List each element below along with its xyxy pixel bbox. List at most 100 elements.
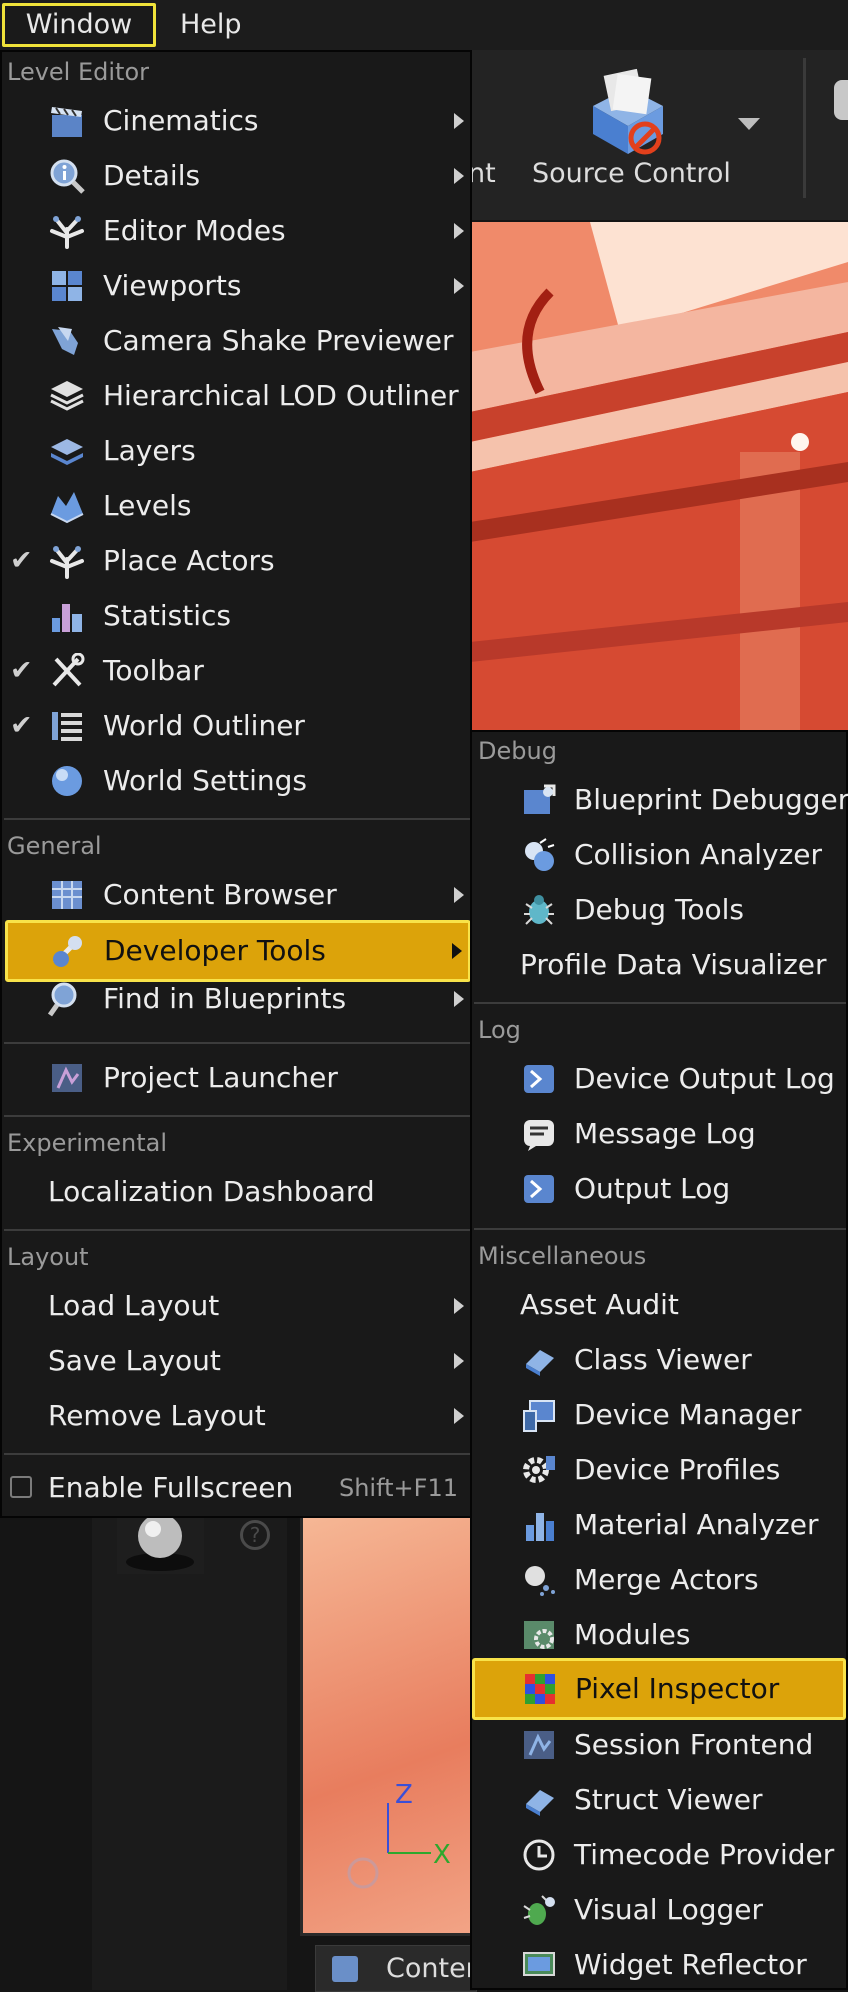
visual-logger-icon [523, 1895, 555, 1925]
checkmark-icon: ✔ [10, 655, 33, 686]
menu-divider [4, 1042, 470, 1044]
source-control-icon[interactable] [583, 66, 673, 156]
menu-item-label: Modules [574, 1618, 691, 1651]
menu-item-debug-tools[interactable]: Debug Tools [474, 885, 846, 935]
menu-item-message-log[interactable]: Message Log [474, 1109, 846, 1159]
menu-item-session-frontend[interactable]: Session Frontend [474, 1720, 846, 1770]
fullscreen-checkbox[interactable] [10, 1476, 32, 1498]
magnifier-icon [48, 982, 77, 1017]
menu-item-asset-audit[interactable]: Asset Audit [474, 1280, 846, 1330]
menu-item-label: Output Log [574, 1172, 731, 1205]
menu-item-label: Load Layout [48, 1289, 220, 1322]
menu-item-device-manager[interactable]: Device Manager [474, 1390, 846, 1440]
submenu-arrow-icon [454, 887, 464, 903]
window-menu[interactable]: Window [2, 3, 156, 47]
menu-item-modules[interactable]: Modules [474, 1610, 846, 1660]
menu-item-timecode-provider[interactable]: Timecode Provider [474, 1830, 846, 1880]
menu-item-developer-tools[interactable]: Developer Tools [5, 920, 471, 982]
menu-item-output-log[interactable]: Output Log [474, 1164, 846, 1214]
section-header-debug: Debug [478, 737, 557, 765]
toolbar-next-icon[interactable] [834, 80, 848, 120]
menu-item-merge-actors[interactable]: Merge Actors [474, 1555, 846, 1605]
menu-item-label: Place Actors [103, 544, 275, 577]
level-viewport[interactable] [470, 222, 848, 732]
menu-item-find-in-blueprints[interactable]: Find in Blueprints [4, 974, 470, 1024]
menu-item-pixel-inspector[interactable]: Pixel Inspector [472, 1658, 846, 1720]
z-axis-label: Z [395, 1780, 413, 1810]
menu-item-hlod-outliner[interactable]: Hierarchical LOD Outliner [4, 371, 470, 421]
menu-item-place-actors[interactable]: ✔ Place Actors [4, 536, 470, 586]
section-header-layout: Layout [7, 1243, 89, 1271]
menu-item-world-settings[interactable]: World Settings [4, 756, 470, 806]
menu-bar: Window Help [0, 0, 848, 51]
menu-item-profile-data-visualizer[interactable]: Profile Data Visualizer [474, 940, 846, 990]
help-menu[interactable]: Help [162, 3, 260, 47]
menu-item-label: Session Frontend [574, 1728, 814, 1761]
menu-item-content-browser[interactable]: Content Browser [4, 870, 470, 920]
menu-item-editor-modes[interactable]: Editor Modes [4, 206, 470, 256]
menu-item-enable-fullscreen[interactable]: Enable Fullscreen Shift+F11 [4, 1463, 470, 1513]
menu-item-widget-reflector[interactable]: Widget Reflector [474, 1940, 846, 1990]
source-control-button[interactable]: Source Control [532, 158, 731, 189]
menu-item-struct-viewer[interactable]: Struct Viewer [474, 1775, 846, 1825]
secondary-viewport[interactable]: Z X [300, 1510, 478, 1936]
menu-item-blueprint-debugger[interactable]: Blueprint Debugger [474, 775, 848, 825]
menu-item-label: Localization Dashboard [48, 1175, 375, 1208]
submenu-arrow-icon [452, 943, 462, 959]
content-browser-tab[interactable]: Conter [315, 1945, 477, 1992]
place-actors-icon [50, 546, 84, 579]
bug-icon [524, 895, 554, 925]
menu-item-label: Details [103, 159, 201, 192]
toolbar-button-label-fragment[interactable]: nt [468, 158, 496, 189]
chevron-down-icon[interactable] [738, 118, 760, 130]
menu-item-label: Content Browser [103, 878, 337, 911]
menu-item-world-outliner[interactable]: ✔ World Outliner [4, 701, 470, 751]
menu-item-device-output-log[interactable]: Device Output Log [474, 1054, 846, 1104]
menu-item-label: World Settings [103, 764, 307, 797]
menu-item-layers[interactable]: Layers [4, 426, 470, 476]
section-header-level-editor: Level Editor [7, 58, 150, 86]
menu-divider [4, 818, 470, 820]
camera-shake-icon [52, 327, 78, 355]
viewport-scene [470, 222, 848, 732]
menu-item-remove-layout[interactable]: Remove Layout [4, 1391, 470, 1441]
info-magnifier-icon [50, 159, 85, 194]
menu-item-viewports[interactable]: Viewports [4, 261, 470, 311]
menu-item-label: Toolbar [103, 654, 204, 687]
toolbar-divider [803, 58, 806, 198]
modes-hand-icon [50, 216, 84, 249]
menu-item-details[interactable]: Details [4, 151, 470, 201]
menu-item-localization-dashboard[interactable]: Localization Dashboard [4, 1167, 470, 1217]
menu-item-toolbar[interactable]: ✔ Toolbar [4, 646, 470, 696]
menu-item-camera-shake[interactable]: Camera Shake Previewer [4, 316, 470, 366]
menu-item-levels[interactable]: Levels [4, 481, 470, 531]
menu-item-label: Device Manager [574, 1398, 802, 1431]
menu-item-label: Device Profiles [574, 1453, 781, 1486]
menu-item-material-analyzer[interactable]: Material Analyzer [474, 1500, 846, 1550]
details-panel [92, 1510, 287, 1990]
content-browser-icon [52, 881, 82, 909]
menu-item-statistics[interactable]: Statistics [4, 591, 470, 641]
menu-item-project-launcher[interactable]: Project Launcher [4, 1053, 470, 1103]
layers-icon [51, 439, 83, 465]
menu-item-cinematics[interactable]: Cinematics [4, 96, 470, 146]
menu-item-label: Remove Layout [48, 1399, 266, 1432]
clapperboard-icon [51, 107, 82, 137]
globe-icon [52, 766, 82, 796]
menu-item-device-profiles[interactable]: Device Profiles [474, 1445, 846, 1495]
section-header-general: General [7, 832, 102, 860]
menu-item-visual-logger[interactable]: Visual Logger [474, 1885, 846, 1935]
menu-divider [4, 1115, 470, 1117]
submenu-arrow-icon [454, 1353, 464, 1369]
menu-item-label: Collision Analyzer [574, 838, 823, 871]
menu-item-label: Pixel Inspector [575, 1672, 780, 1705]
menu-item-label: Class Viewer [574, 1343, 752, 1376]
menu-item-save-layout[interactable]: Save Layout [4, 1336, 470, 1386]
menu-item-label: Editor Modes [103, 214, 286, 247]
material-thumbnail[interactable] [117, 1512, 204, 1574]
menu-item-collision-analyzer[interactable]: Collision Analyzer [474, 830, 846, 880]
struct-viewer-icon [526, 1790, 554, 1816]
help-icon[interactable]: ? [240, 1520, 270, 1550]
menu-item-load-layout[interactable]: Load Layout [4, 1281, 470, 1331]
menu-item-class-viewer[interactable]: Class Viewer [474, 1335, 846, 1385]
